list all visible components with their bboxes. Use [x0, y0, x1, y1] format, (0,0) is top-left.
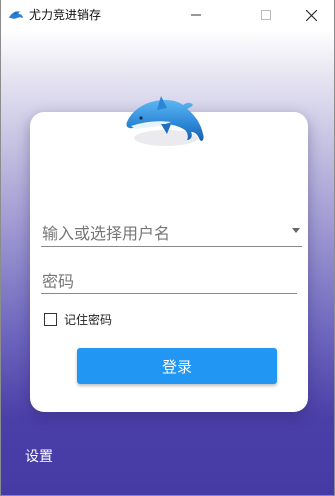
chevron-down-icon[interactable]: [292, 228, 300, 233]
app-window: 尤力竞进销存 输入或选择用户名 密码 记住密码 登录 设置: [0, 0, 335, 496]
password-placeholder: 密码: [42, 272, 75, 291]
maximize-button[interactable]: [243, 0, 289, 30]
username-placeholder: 输入或选择用户名: [42, 224, 171, 243]
remember-checkbox[interactable]: [44, 313, 57, 326]
password-field[interactable]: 密码: [41, 264, 297, 294]
login-button[interactable]: 登录: [77, 348, 277, 384]
dolphin-icon: [126, 96, 204, 146]
maximize-icon: [261, 10, 271, 20]
remember-label: 记住密码: [64, 313, 113, 327]
title-bar[interactable]: 尤力竞进销存: [1, 0, 334, 30]
settings-link[interactable]: 设置: [25, 446, 53, 466]
remember-password[interactable]: 记住密码: [44, 311, 112, 328]
dolphin-icon: [9, 11, 23, 19]
minimize-icon: [191, 14, 201, 16]
close-button[interactable]: [288, 0, 334, 30]
minimize-button[interactable]: [173, 0, 219, 30]
username-combobox[interactable]: 输入或选择用户名: [41, 216, 302, 247]
window-title: 尤力竞进销存: [29, 8, 102, 22]
close-icon: [305, 9, 317, 21]
